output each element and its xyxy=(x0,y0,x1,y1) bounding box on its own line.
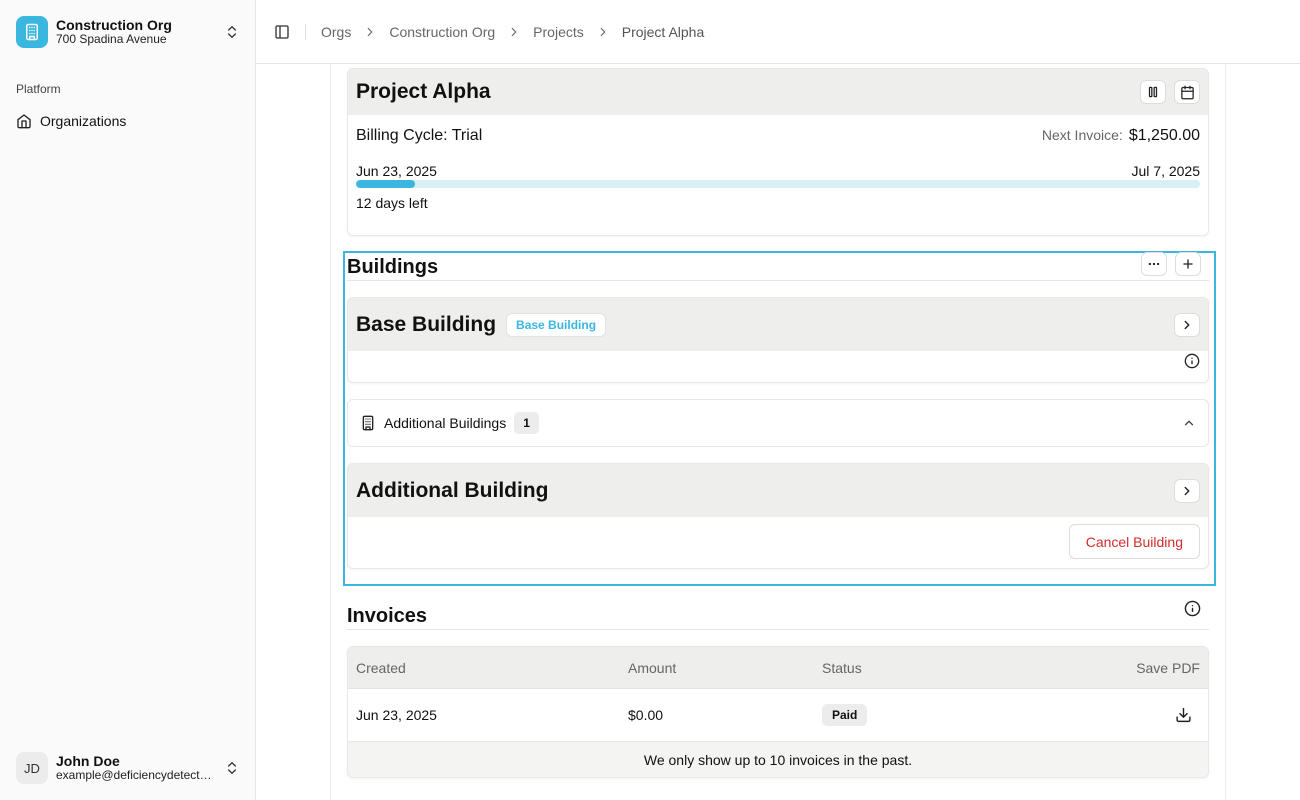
user-email: example@deficiencydetect.... xyxy=(56,769,212,783)
open-additional-building-button[interactable] xyxy=(1174,478,1200,503)
base-building-info-button[interactable] xyxy=(1184,353,1200,374)
chevrons-up-down-icon xyxy=(228,762,236,774)
plus-icon xyxy=(1183,259,1193,269)
base-building-card: Base Building Base Building xyxy=(347,297,1209,383)
chevrons-up-down-icon xyxy=(228,26,236,38)
top-header: Orgs Construction Org Projects Project A… xyxy=(256,0,1300,64)
chevron-right-icon xyxy=(507,25,521,39)
invoices-table: Created Amount Status Save PDF Jun 23, 2… xyxy=(347,646,1209,778)
buildings-more-button[interactable] xyxy=(1141,252,1167,276)
panel-left-icon xyxy=(275,24,289,39)
invoice-amount: $0.00 xyxy=(628,707,664,723)
table-row: Jun 23, 2025 $0.00 Paid xyxy=(348,689,1208,742)
calendar-icon xyxy=(1180,85,1194,99)
additional-building-name: Additional Building xyxy=(356,478,549,502)
additional-buildings-count: 1 xyxy=(514,412,539,434)
user-name: John Doe xyxy=(56,753,120,770)
info-icon xyxy=(1184,353,1200,369)
sidebar: Construction Org 700 Spadina Avenue Plat… xyxy=(0,0,256,800)
billing-end-date: Jul 7, 2025 xyxy=(1131,163,1201,179)
status-badge: Paid xyxy=(822,704,868,726)
column-save-pdf: Save PDF xyxy=(1136,659,1200,676)
org-address: 700 Spadina Avenue xyxy=(56,32,167,47)
invoice-created: Jun 23, 2025 xyxy=(356,707,437,723)
days-left: 12 days left xyxy=(356,195,428,211)
breadcrumb: Orgs Construction Org Projects Project A… xyxy=(321,24,704,40)
breadcrumb-projects[interactable]: Projects xyxy=(533,24,584,40)
home-icon xyxy=(17,114,31,129)
download-pdf-button[interactable] xyxy=(1175,707,1192,724)
more-horizontal-icon xyxy=(1148,262,1160,266)
project-title: Project Alpha xyxy=(356,80,491,103)
additional-building-card: Additional Building Cancel Building xyxy=(347,463,1209,569)
additional-buildings-label: Additional Buildings xyxy=(384,415,507,431)
pause-button[interactable] xyxy=(1140,80,1166,104)
column-created: Created xyxy=(356,659,406,676)
billing-cycle: Billing Cycle: Trial xyxy=(356,127,483,144)
building-icon xyxy=(362,415,374,431)
billing-start-date: Jun 23, 2025 xyxy=(356,163,437,179)
billing-progress-bar xyxy=(356,180,1200,188)
invoices-footer-note: We only show up to 10 invoices in the pa… xyxy=(348,742,1208,777)
table-header: Created Amount Status Save PDF xyxy=(348,647,1208,689)
avatar: JD xyxy=(16,752,48,784)
chevron-right-icon xyxy=(1184,320,1190,329)
org-switcher[interactable]: Construction Org 700 Spadina Avenue xyxy=(8,8,248,56)
billing-progress-fill xyxy=(356,180,416,188)
breadcrumb-org[interactable]: Construction Org xyxy=(389,24,495,40)
base-building-badge: Base Building xyxy=(506,312,607,337)
org-name: Construction Org xyxy=(56,17,172,34)
breadcrumb-current: Project Alpha xyxy=(621,23,705,40)
building-icon xyxy=(16,16,48,48)
next-invoice-amount: $1,250.00 xyxy=(1128,127,1200,144)
column-status: Status xyxy=(822,659,862,676)
nav-group-label: Platform xyxy=(16,82,61,96)
open-base-building-button[interactable] xyxy=(1174,312,1200,337)
info-icon xyxy=(1184,600,1201,617)
invoices-title: Invoices xyxy=(347,605,428,627)
invoices-info-button[interactable] xyxy=(1184,600,1201,622)
sidebar-toggle-button[interactable] xyxy=(272,22,292,42)
pause-icon xyxy=(1148,86,1158,98)
base-building-name: Base Building xyxy=(356,312,497,336)
sidebar-item-organizations[interactable]: Organizations xyxy=(8,108,248,134)
header-divider xyxy=(305,23,306,40)
chevron-right-icon xyxy=(596,25,610,39)
add-building-button[interactable] xyxy=(1175,252,1201,276)
column-amount: Amount xyxy=(628,659,677,676)
chevron-up-icon xyxy=(1184,420,1194,426)
buildings-title: Buildings xyxy=(347,256,439,278)
user-menu[interactable]: JD John Doe example@deficiencydetect.... xyxy=(8,744,248,792)
cancel-building-button[interactable]: Cancel Building xyxy=(1068,524,1200,559)
divider xyxy=(347,280,1209,281)
calendar-button[interactable] xyxy=(1174,80,1200,104)
additional-buildings-toggle[interactable]: Additional Buildings 1 xyxy=(347,399,1209,447)
download-icon xyxy=(1176,707,1191,723)
next-invoice-label: Next Invoice: xyxy=(1041,127,1123,143)
breadcrumb-orgs[interactable]: Orgs xyxy=(321,24,351,40)
chevron-right-icon xyxy=(363,25,377,39)
chevron-right-icon xyxy=(1184,486,1190,495)
sidebar-item-label: Organizations xyxy=(40,113,127,129)
project-card: Project Alpha Billing Cycle: Trial Next … xyxy=(347,68,1209,236)
divider xyxy=(347,629,1209,630)
